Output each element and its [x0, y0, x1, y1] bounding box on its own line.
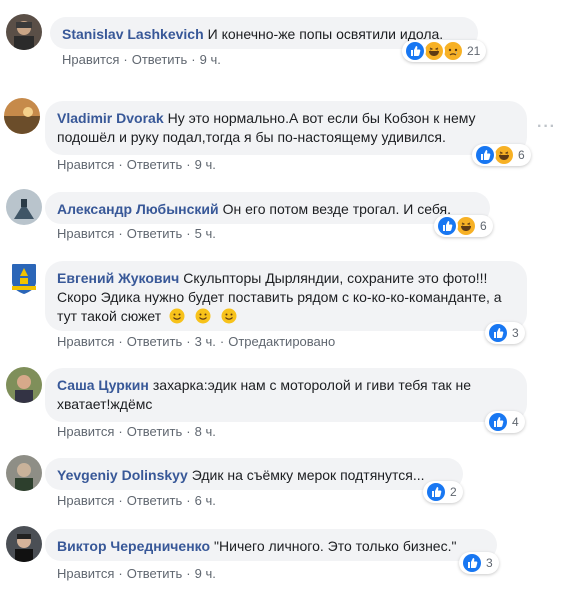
comment-bubble: Александр Любынский Он его потом везде тр… [45, 192, 490, 224]
comment-bubble: Евгений Жукович Скульпторы Дырляндии, сох… [45, 261, 527, 331]
comment-text: Эдик на съёмку мерок подтянутся... [191, 467, 425, 483]
comment-author[interactable]: Vladimir Dvorak [57, 110, 164, 126]
reaction-count: 3 [486, 556, 493, 570]
like-icon [474, 144, 496, 166]
avatar[interactable] [4, 98, 40, 134]
comment-time[interactable]: 9 ч. [195, 157, 216, 172]
comment-bubble: Виктор Чередниченко "Ничего личного. Это … [45, 529, 497, 561]
reply-link[interactable]: Ответить [127, 226, 183, 241]
comment-time[interactable]: 5 ч. [195, 226, 216, 241]
like-link[interactable]: Нравится [57, 493, 114, 508]
reply-link[interactable]: Ответить [127, 493, 183, 508]
reactions-summary[interactable]: 6 [434, 215, 493, 237]
sad-icon [442, 40, 464, 62]
more-options-icon[interactable]: ··· [537, 118, 556, 136]
like-icon [487, 411, 509, 433]
reply-link[interactable]: Ответить [127, 424, 183, 439]
smile-emoji-icon [195, 308, 211, 324]
comment-author[interactable]: Виктор Чередниченко [57, 538, 210, 554]
comment-bubble: Vladimir Dvorak Ну это нормально.А вот ес… [45, 101, 527, 155]
like-icon [425, 481, 447, 503]
haha-icon [423, 40, 445, 62]
like-icon [487, 322, 509, 344]
comment-author[interactable]: Yevgeniy Dolinskyy [57, 467, 188, 483]
like-link[interactable]: Нравится [57, 157, 114, 172]
like-icon [436, 215, 458, 237]
like-link[interactable]: Нравится [57, 566, 114, 581]
reaction-count: 4 [512, 415, 519, 429]
comment-bubble: Саша Цуркин захарка:эдик нам с моторолой … [45, 368, 527, 422]
comment-time[interactable]: 9 ч. [200, 52, 221, 67]
comment-actions: Нравится · Ответить · 9 ч. [57, 157, 216, 172]
comment-actions: Нравится · Ответить · 5 ч. [57, 226, 216, 241]
avatar[interactable] [6, 260, 42, 296]
comment-author[interactable]: Саша Цуркин [57, 377, 149, 393]
reactions-summary[interactable]: 2 [423, 481, 463, 503]
comment-author[interactable]: Stanislav Lashkevich [62, 26, 204, 42]
comment-time[interactable]: 9 ч. [195, 566, 216, 581]
reaction-count: 3 [512, 326, 519, 340]
like-icon [404, 40, 426, 62]
reactions-summary[interactable]: 3 [459, 552, 499, 574]
comment-actions: Нравится · Ответить · 9 ч. [62, 52, 221, 67]
comment-author[interactable]: Евгений Жукович [57, 270, 179, 286]
comment-text: "Ничего личного. Это только бизнес." [214, 538, 457, 554]
comment-time[interactable]: 8 ч. [195, 424, 216, 439]
haha-icon [455, 215, 477, 237]
reactions-summary[interactable]: 3 [485, 322, 525, 344]
reaction-count: 6 [480, 219, 487, 233]
comment-time[interactable]: 3 ч. [195, 334, 216, 349]
comment-actions: Нравится · Ответить · 9 ч. [57, 566, 216, 581]
avatar[interactable] [6, 455, 42, 491]
comment-time[interactable]: 6 ч. [195, 493, 216, 508]
haha-icon [493, 144, 515, 166]
like-link[interactable]: Нравится [57, 226, 114, 241]
comment-actions: Нравится · Ответить · 3 ч. · Отредактировано [57, 334, 336, 349]
comment-text: Он его потом везде трогал. И себя. [222, 201, 452, 217]
edited-label[interactable]: Отредактировано [228, 334, 335, 349]
smile-emoji-icon [169, 308, 185, 324]
reply-link[interactable]: Ответить [132, 52, 188, 67]
avatar[interactable] [6, 189, 42, 225]
avatar[interactable] [6, 526, 42, 562]
reply-link[interactable]: Ответить [127, 566, 183, 581]
smile-emoji-icon [221, 308, 237, 324]
reply-link[interactable]: Ответить [127, 157, 183, 172]
reaction-count: 2 [450, 485, 457, 499]
like-icon [461, 552, 483, 574]
comment-text: И конечно-же попы освятили идола. [207, 26, 444, 42]
reaction-count: 21 [467, 44, 481, 58]
reply-link[interactable]: Ответить [127, 334, 183, 349]
like-link[interactable]: Нравится [57, 424, 114, 439]
reactions-summary[interactable]: 4 [485, 411, 525, 433]
avatar[interactable] [6, 367, 42, 403]
like-link[interactable]: Нравится [57, 334, 114, 349]
comment-bubble: Yevgeniy Dolinskyy Эдик на съёмку мерок п… [45, 458, 463, 490]
reactions-summary[interactable]: 6 [472, 144, 531, 166]
reactions-summary[interactable]: 21 [402, 40, 487, 62]
avatar[interactable] [6, 14, 42, 50]
reaction-count: 6 [518, 148, 525, 162]
comment-actions: Нравится · Ответить · 6 ч. [57, 493, 216, 508]
like-link[interactable]: Нравится [62, 52, 119, 67]
comment-actions: Нравится · Ответить · 8 ч. [57, 424, 216, 439]
comment-author[interactable]: Александр Любынский [57, 201, 219, 217]
